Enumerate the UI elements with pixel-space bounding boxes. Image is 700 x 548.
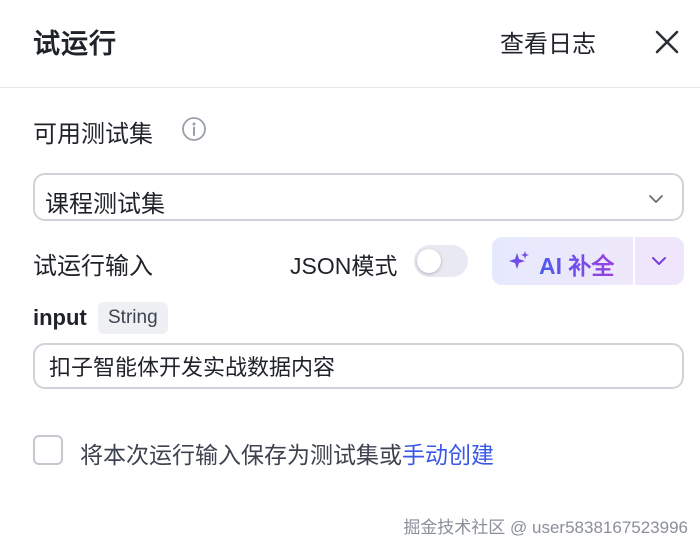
input-field[interactable]	[49, 352, 659, 380]
input-field-container	[33, 343, 684, 389]
save-as-test-set-label: 将本次运行输入保存为测试集或	[80, 442, 402, 468]
info-icon[interactable]	[181, 116, 207, 142]
panel-header: 试运行 查看日志	[0, 0, 700, 88]
watermark: 掘金技术社区 @ user5838167523996	[403, 518, 688, 537]
save-as-test-set-text: 将本次运行输入保存为测试集或手动创建	[80, 436, 494, 470]
close-button[interactable]	[650, 25, 684, 59]
test-set-label: 可用测试集	[33, 121, 153, 148]
toggle-knob	[417, 249, 441, 273]
field-type-badge: String	[98, 302, 168, 334]
json-mode-toggle[interactable]	[414, 245, 468, 277]
save-as-test-set-checkbox[interactable]	[33, 435, 63, 465]
test-set-select[interactable]: 课程测试集	[33, 173, 684, 221]
json-mode-label: JSON模式	[290, 253, 398, 279]
sparkle-icon	[509, 251, 529, 269]
ai-complete-button[interactable]: AI 补全	[492, 237, 633, 285]
chevron-down-icon	[649, 195, 663, 203]
manual-create-link[interactable]: 手动创建	[402, 442, 494, 468]
field-name: input	[33, 305, 87, 330]
chevron-down-icon	[652, 257, 666, 265]
view-log-button[interactable]: 查看日志	[500, 24, 596, 59]
test-set-selected-value: 课程测试集	[45, 191, 165, 218]
ai-complete-dropdown-button[interactable]	[635, 237, 684, 285]
ai-complete-label: AI 补全	[539, 247, 614, 281]
close-icon	[655, 30, 679, 54]
run-input-label: 试运行输入	[33, 253, 153, 280]
panel-title: 试运行	[33, 29, 117, 59]
